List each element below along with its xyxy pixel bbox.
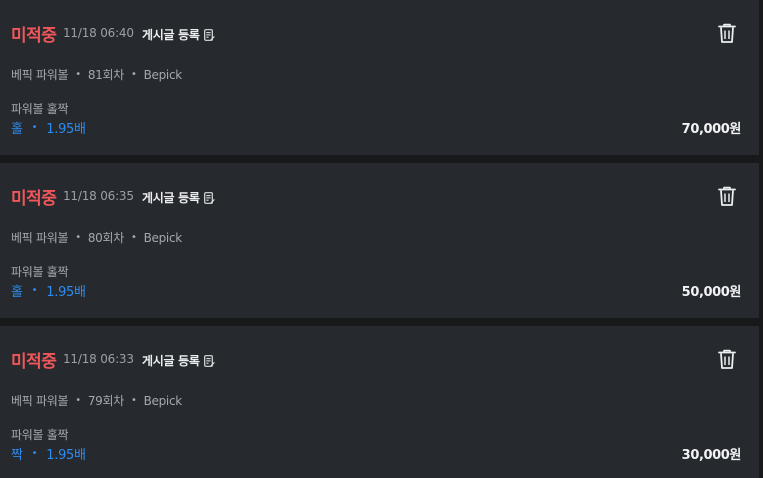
separator: • [31, 448, 38, 459]
bet-pick: 홀 • 1.95배 [11, 118, 86, 137]
edit-document-icon [203, 354, 214, 367]
post-register-button[interactable]: 게시글 등록 [142, 26, 215, 43]
bet-time: 11/18 06:35 [63, 189, 134, 203]
bet-time: 11/18 06:40 [63, 26, 134, 40]
round-number: 79회차 [87, 394, 124, 408]
odds-value: 1.95배 [46, 448, 86, 463]
bet-type: 파워볼 홀짝 [11, 428, 69, 442]
post-register-button[interactable]: 게시글 등록 [142, 352, 215, 369]
bet-status: 미적중 [11, 189, 57, 209]
pick-value: 홀 [11, 285, 23, 300]
bet-meta: 베픽 파워볼 • 81회차 • Bepick [11, 66, 182, 83]
post-register-label: 게시글 등록 [142, 354, 200, 368]
game-name: 베픽 파워볼 [11, 394, 69, 408]
bet-pick: 짝 • 1.95배 [11, 444, 86, 463]
site-name: Bepick [143, 67, 183, 82]
trash-icon[interactable] [715, 348, 739, 370]
bet-status: 미적중 [11, 352, 57, 372]
round-number: 81회차 [87, 68, 124, 82]
pick-value: 짝 [11, 448, 23, 463]
bet-status: 미적중 [11, 26, 57, 46]
separator: • [31, 285, 38, 296]
bet-type: 파워볼 홀짝 [11, 265, 69, 279]
bet-pick: 홀 • 1.95배 [11, 281, 86, 300]
bet-amount: 50,000원 [681, 285, 742, 300]
bet-amount: 70,000원 [681, 122, 742, 137]
post-register-label: 게시글 등록 [142, 191, 200, 205]
separator: • [130, 69, 137, 80]
bet-history-list: 미적중 11/18 06:40 게시글 등록 베픽 파워볼 • 81회차 • B… [0, 0, 763, 478]
separator: • [130, 232, 137, 243]
round-number: 80회차 [87, 231, 124, 245]
bet-meta: 베픽 파워볼 • 79회차 • Bepick [11, 392, 182, 409]
bet-meta: 베픽 파워볼 • 80회차 • Bepick [11, 229, 182, 246]
bet-card: 미적중 11/18 06:33 게시글 등록 베픽 파워볼 • 79회차 • B… [0, 326, 759, 478]
trash-icon[interactable] [715, 22, 739, 44]
post-register-label: 게시글 등록 [142, 28, 200, 42]
game-name: 베픽 파워볼 [11, 231, 69, 245]
game-name: 베픽 파워볼 [11, 68, 69, 82]
post-register-button[interactable]: 게시글 등록 [142, 189, 215, 206]
bet-amount: 30,000원 [681, 448, 742, 463]
separator: • [75, 395, 81, 406]
separator: • [75, 69, 81, 80]
separator: • [130, 395, 137, 406]
edit-document-icon [203, 191, 214, 204]
separator: • [75, 232, 81, 243]
trash-icon[interactable] [715, 185, 739, 207]
pick-value: 홀 [11, 122, 23, 137]
odds-value: 1.95배 [46, 122, 86, 137]
bet-card: 미적중 11/18 06:40 게시글 등록 베픽 파워볼 • 81회차 • B… [0, 0, 759, 155]
separator: • [31, 122, 38, 133]
site-name: Bepick [143, 230, 183, 245]
bet-time: 11/18 06:33 [63, 352, 134, 366]
site-name: Bepick [143, 393, 183, 408]
bet-card: 미적중 11/18 06:35 게시글 등록 베픽 파워볼 • 80회차 • B… [0, 163, 759, 318]
odds-value: 1.95배 [46, 285, 86, 300]
edit-document-icon [203, 28, 214, 41]
bet-type: 파워볼 홀짝 [11, 102, 69, 116]
